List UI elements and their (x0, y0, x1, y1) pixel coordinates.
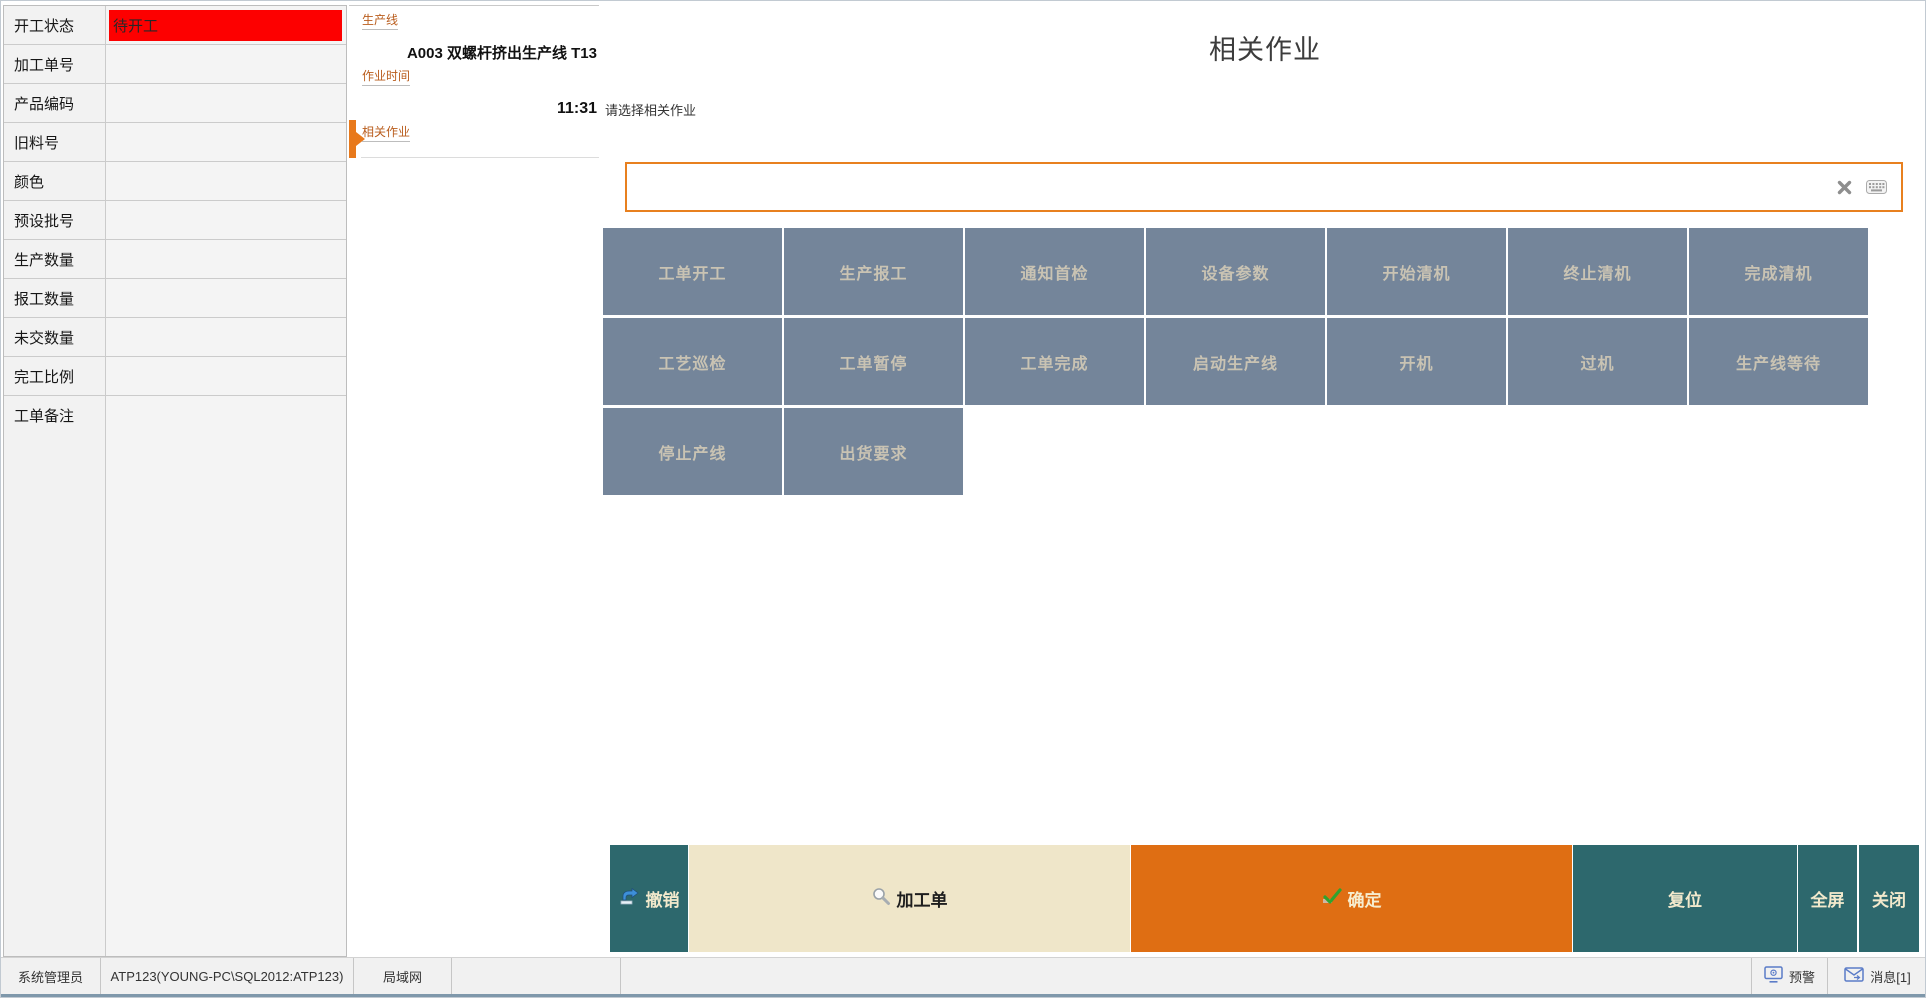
page-title: 相关作业 (603, 28, 1926, 67)
op-button[interactable]: 工单暂停 (784, 318, 963, 405)
sidebar-row: 生产数量 (4, 240, 346, 279)
status-network: 局域网 (354, 958, 452, 994)
op-button[interactable]: 停止产线 (603, 408, 782, 495)
field-value (106, 123, 346, 161)
field-value (106, 162, 346, 200)
undo-arrow-icon (619, 888, 640, 910)
sidebar-row: 加工单号 (4, 45, 346, 84)
message-item[interactable]: 消息[1] (1827, 958, 1926, 994)
field-label: 产品编码 (4, 84, 106, 122)
sidebar-rows: 开工状态待开工加工单号产品编码旧料号颜色预设批号生产数量报工数量未交数量完工比例… (3, 5, 347, 957)
confirm-button-label: 确定 (1348, 886, 1382, 911)
sidebar-row: 旧料号 (4, 123, 346, 162)
sidebar-row: 完工比例 (4, 357, 346, 396)
prompt-text: 请选择相关作业 (605, 100, 696, 119)
op-button[interactable]: 生产线等待 (1689, 318, 1868, 405)
op-button[interactable]: 工单开工 (603, 228, 782, 315)
field-label: 加工单号 (4, 45, 106, 83)
field-label: 报工数量 (4, 279, 106, 317)
op-button[interactable]: 出货要求 (784, 408, 963, 495)
field-value (106, 318, 346, 356)
clear-icon[interactable] (1837, 180, 1852, 195)
field-value (106, 240, 346, 278)
related-op-input[interactable] (627, 164, 1837, 210)
message-label: 消息[1] (1870, 967, 1910, 986)
field-label: 生产数量 (4, 240, 106, 278)
sidebar-row: 报工数量 (4, 279, 346, 318)
op-button[interactable]: 完成清机 (1689, 228, 1868, 315)
monitor-gear-icon (1764, 966, 1783, 986)
field-label: 旧料号 (4, 123, 106, 161)
mes-terminal-window: 开工状态待开工加工单号产品编码旧料号颜色预设批号生产数量报工数量未交数量完工比例… (0, 0, 1926, 998)
field-label: 颜色 (4, 162, 106, 200)
production-line-value: A003 双螺杆挤出生产线 T13 (407, 42, 597, 63)
sidebar-row: 工单备注 (4, 396, 346, 956)
panel-separator (361, 157, 599, 158)
op-button[interactable]: 工艺巡检 (603, 318, 782, 405)
warning-item[interactable]: 预警 (1751, 958, 1827, 994)
close-button-label: 关闭 (1872, 886, 1906, 911)
op-button[interactable]: 开机 (1327, 318, 1506, 405)
op-button[interactable]: 启动生产线 (1146, 318, 1325, 405)
sidebar-row: 未交数量 (4, 318, 346, 357)
green-check-icon (1322, 888, 1342, 910)
fullscreen-button[interactable]: 全屏 (1798, 845, 1857, 952)
sidebar-row: 开工状态待开工 (4, 6, 346, 45)
work-order-button-label: 加工单 (897, 886, 948, 911)
related-ops-label[interactable]: 相关作业 (362, 123, 410, 142)
sidebar-row: 颜色 (4, 162, 346, 201)
op-button[interactable]: 开始清机 (1327, 228, 1506, 315)
envelope-icon (1844, 967, 1864, 985)
field-value (106, 45, 346, 83)
field-value (106, 201, 346, 239)
window-bottom-edge (1, 994, 1926, 998)
related-op-input-box (625, 162, 1903, 212)
op-button[interactable]: 终止清机 (1508, 228, 1687, 315)
confirm-button[interactable]: 确定 (1131, 845, 1572, 952)
undo-button-label: 撤销 (646, 886, 680, 911)
related-ops-grid: 工单开工生产报工通知首检设备参数开始清机终止清机完成清机工艺巡检工单暂停工单完成… (603, 228, 1875, 498)
field-label: 预设批号 (4, 201, 106, 239)
field-label: 工单备注 (4, 396, 106, 956)
status-badge: 待开工 (109, 10, 342, 41)
status-database: ATP123(YOUNG-PC\SQL2012:ATP123) (101, 958, 354, 994)
work-order-button[interactable]: 加工单 (689, 845, 1130, 952)
fullscreen-button-label: 全屏 (1811, 886, 1845, 911)
close-button[interactable]: 关闭 (1859, 845, 1919, 952)
field-value (106, 84, 346, 122)
field-label: 开工状态 (4, 6, 106, 44)
work-time-value: 11:31 (557, 100, 597, 118)
status-bar: 系统管理员 ATP123(YOUNG-PC\SQL2012:ATP123) 局域… (1, 957, 1926, 994)
field-panel: 生产线 A003 双螺杆挤出生产线 T13 作业时间 11:31 相关作业 (349, 5, 599, 958)
status-user: 系统管理员 (1, 958, 101, 994)
op-button[interactable]: 生产报工 (784, 228, 963, 315)
selected-field-marker (349, 120, 356, 158)
reset-button[interactable]: 复位 (1573, 845, 1797, 952)
field-label: 未交数量 (4, 318, 106, 356)
status-empty-cell (452, 958, 621, 994)
field-label: 完工比例 (4, 357, 106, 395)
op-button[interactable]: 工单完成 (965, 318, 1144, 405)
status-spacer (621, 958, 1751, 994)
field-value (106, 357, 346, 395)
production-line-label[interactable]: 生产线 (362, 11, 398, 30)
warning-label: 预警 (1789, 967, 1815, 986)
op-button[interactable]: 设备参数 (1146, 228, 1325, 315)
undo-button[interactable]: 撤销 (610, 845, 688, 952)
magnifier-icon (872, 887, 891, 911)
field-value: 待开工 (106, 6, 346, 44)
field-value (106, 279, 346, 317)
field-value (106, 396, 346, 956)
op-button[interactable]: 通知首检 (965, 228, 1144, 315)
keyboard-icon[interactable] (1866, 180, 1887, 194)
reset-button-label: 复位 (1668, 886, 1702, 911)
work-time-label[interactable]: 作业时间 (362, 67, 410, 86)
op-button[interactable]: 过机 (1508, 318, 1687, 405)
sidebar-row: 产品编码 (4, 84, 346, 123)
sidebar-row: 预设批号 (4, 201, 346, 240)
